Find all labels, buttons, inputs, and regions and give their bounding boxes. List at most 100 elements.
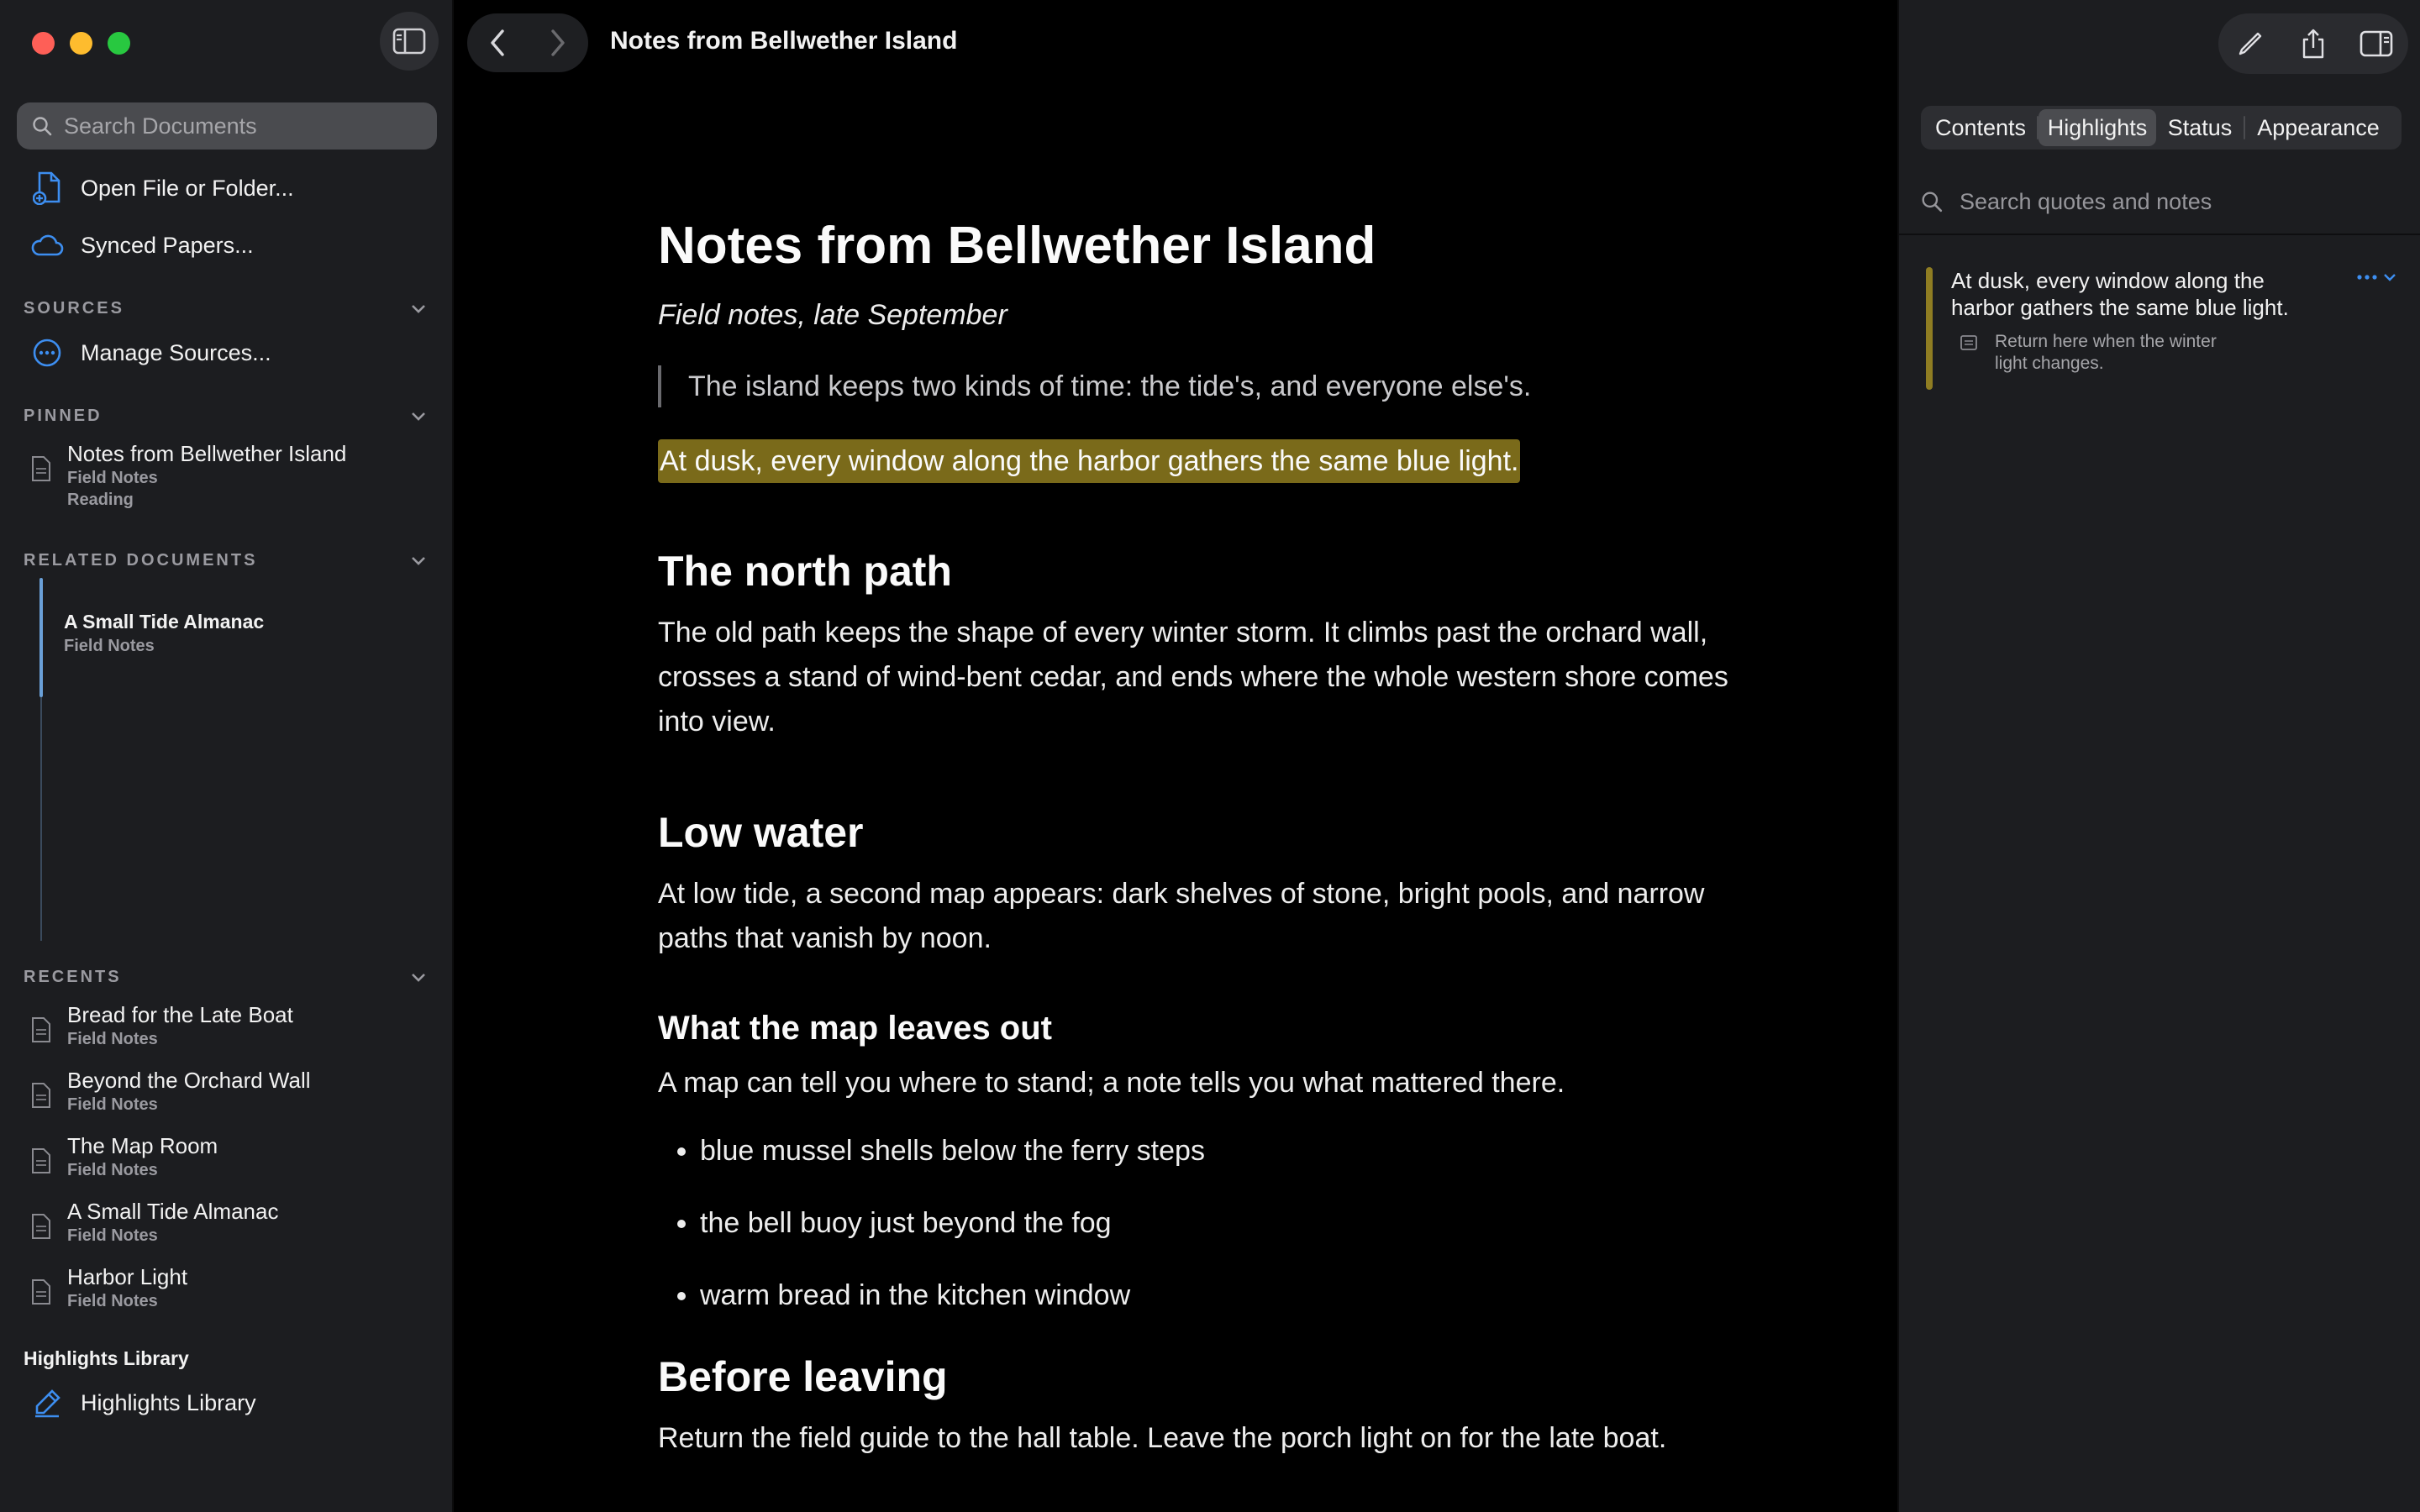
- paragraph-low-water: At low tide, a second map appears: dark …: [658, 878, 1705, 954]
- navigation-buttons: [467, 13, 588, 72]
- highlighted-text[interactable]: At dusk, every window along the harbor g…: [658, 439, 1521, 483]
- recent-item[interactable]: Bread for the Late Boat Field Notes: [30, 1001, 293, 1050]
- sources-section-header[interactable]: SOURCES: [24, 299, 427, 318]
- quotes-search[interactable]: [1921, 180, 2402, 223]
- quotes-search-input[interactable]: [1960, 188, 2380, 215]
- chevron-down-icon: [412, 556, 425, 565]
- ellipsis-icon: [2357, 275, 2377, 280]
- list-item: blue mussel shells below the ferry steps: [700, 1131, 1750, 1171]
- document-body: Notes from Bellwether Island Field notes…: [658, 210, 1750, 1461]
- sidebar-icon: [392, 28, 426, 55]
- highlights-library-button[interactable]: Highlights Library: [30, 1386, 256, 1420]
- chevron-down-icon: [412, 304, 425, 313]
- zoom-window-button[interactable]: [108, 32, 130, 55]
- highlights-library-label: Highlights Library: [81, 1389, 256, 1415]
- recent-item-title: Harbor Light: [67, 1264, 188, 1289]
- recent-item[interactable]: Beyond the Orchard Wall Field Notes: [30, 1067, 311, 1116]
- share-button[interactable]: [2288, 18, 2338, 69]
- document-icon: [32, 1148, 50, 1173]
- share-icon: [2302, 29, 2324, 59]
- paragraph-north-path: The old path keeps the shape of every wi…: [658, 617, 1728, 738]
- related-item[interactable]: A Small Tide Almanac Field Notes: [64, 608, 264, 657]
- related-item-subtitle: Field Notes: [64, 637, 155, 655]
- related-header-label: RELATED DOCUMENTS: [24, 551, 258, 570]
- recent-item[interactable]: Harbor Light Field Notes: [30, 1263, 187, 1312]
- inspector-toggle-button[interactable]: [2351, 18, 2402, 69]
- tab-status[interactable]: Status: [2156, 109, 2244, 146]
- synced-papers-label: Synced Papers...: [81, 232, 254, 258]
- tab-appearance[interactable]: Appearance: [2245, 109, 2391, 146]
- document-search[interactable]: [17, 102, 437, 150]
- document-icon: [32, 1279, 50, 1305]
- related-tree-line: [40, 697, 42, 941]
- pinned-item-title: Notes from Bellwether Island: [67, 441, 347, 466]
- recent-item-subtitle: Field Notes: [67, 1095, 158, 1114]
- manage-sources-button[interactable]: Manage Sources...: [30, 336, 271, 370]
- heading-before-leaving: Before leaving: [658, 1353, 948, 1400]
- recent-item-subtitle: Field Notes: [67, 1030, 158, 1048]
- highlights-library-header: Highlights Library: [24, 1347, 189, 1369]
- synced-papers-button[interactable]: Synced Papers...: [30, 228, 254, 262]
- recent-item-title: Bread for the Late Boat: [67, 1002, 293, 1027]
- highlight-color-bar: [1926, 267, 1933, 390]
- cloud-icon: [31, 234, 64, 256]
- recents-section-header[interactable]: RECENTS: [24, 968, 427, 987]
- document-icon: [32, 1017, 50, 1042]
- sources-header-label: SOURCES: [24, 299, 124, 318]
- related-selection-bar: [39, 578, 43, 697]
- related-section-header[interactable]: RELATED DOCUMENTS: [24, 551, 427, 570]
- pencil-icon: [2238, 32, 2261, 55]
- document-plus-icon: [33, 171, 60, 205]
- pinned-item-status: Reading: [67, 491, 134, 509]
- document-view: Notes from Bellwether Island Notes from …: [454, 0, 1897, 1512]
- search-icon: [1922, 192, 1943, 213]
- close-window-button[interactable]: [32, 32, 55, 55]
- recent-item-subtitle: Field Notes: [67, 1161, 158, 1179]
- list-item: warm bread in the kitchen window: [700, 1275, 1750, 1315]
- recent-item-subtitle: Field Notes: [67, 1292, 158, 1310]
- document-icon: [32, 1214, 50, 1239]
- window-title: Notes from Bellwether Island: [610, 27, 958, 55]
- pinned-header-label: PINNED: [24, 407, 103, 425]
- recent-item[interactable]: The Map Room Field Notes: [30, 1132, 218, 1181]
- sidebar-toggle-button[interactable]: [380, 12, 439, 71]
- pinned-item[interactable]: Notes from Bellwether Island Field Notes…: [30, 440, 346, 511]
- ellipsis-circle-icon: [33, 339, 61, 367]
- manage-sources-label: Manage Sources...: [81, 339, 271, 365]
- inspector-tabs: Contents Highlights Status Appearance: [1921, 106, 2402, 150]
- chevron-down-icon: [412, 412, 425, 421]
- highlight-note: Return here when the winter light change…: [1995, 332, 2217, 373]
- highlight-quote: At dusk, every window along the harbor g…: [1951, 268, 2289, 320]
- chevron-right-icon: [551, 29, 565, 56]
- heading-map-leaves-out: What the map leaves out: [658, 1010, 1052, 1047]
- open-file-button[interactable]: Open File or Folder...: [30, 171, 294, 205]
- search-input[interactable]: [64, 113, 417, 139]
- recents-header-label: RECENTS: [24, 968, 122, 986]
- window-controls: [32, 32, 130, 55]
- recent-item[interactable]: A Small Tide Almanac Field Notes: [30, 1198, 278, 1247]
- document-icon: [32, 1083, 50, 1108]
- paragraph-map: A map can tell you where to stand; a not…: [658, 1067, 1565, 1099]
- highlight-options-button[interactable]: [2356, 272, 2396, 282]
- pinned-section-header[interactable]: PINNED: [24, 407, 427, 426]
- highlighter-icon: [35, 1389, 60, 1418]
- heading-north-path: The north path: [658, 548, 952, 595]
- chevron-left-icon: [491, 29, 504, 56]
- search-icon: [33, 117, 52, 136]
- document-icon: [32, 456, 50, 481]
- tab-highlights[interactable]: Highlights: [2039, 109, 2156, 146]
- forward-button[interactable]: [528, 13, 588, 72]
- highlight-tool-button[interactable]: [2225, 18, 2275, 69]
- recent-item-subtitle: Field Notes: [67, 1226, 158, 1245]
- back-button[interactable]: [467, 13, 528, 72]
- tab-contents[interactable]: Contents: [1924, 109, 2037, 146]
- minimize-window-button[interactable]: [70, 32, 92, 55]
- open-file-label: Open File or Folder...: [81, 175, 294, 201]
- recent-item-title: Beyond the Orchard Wall: [67, 1068, 311, 1093]
- document-title: Notes from Bellwether Island: [658, 217, 1376, 275]
- chevron-down-icon: [2384, 274, 2396, 281]
- inspector-toolbar: [2218, 13, 2408, 74]
- note-icon: [1960, 335, 1977, 350]
- inspector-sidebar-icon: [2360, 30, 2393, 57]
- sidebar: Open File or Folder... Synced Papers... …: [0, 0, 454, 1512]
